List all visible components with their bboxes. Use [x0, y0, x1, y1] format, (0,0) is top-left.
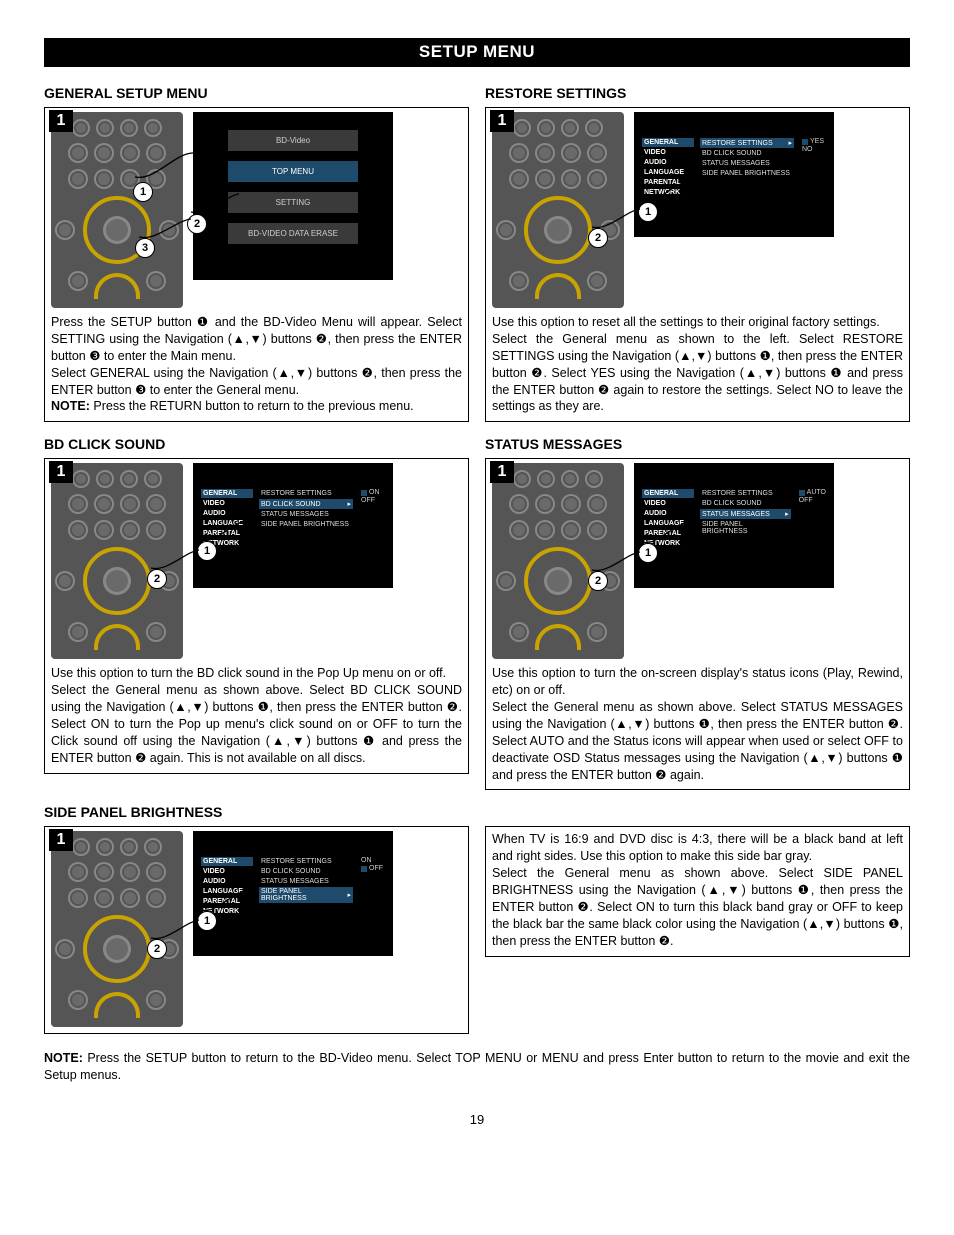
- side-frame-left: 1 1 2: [44, 826, 469, 1034]
- footnote: NOTE: Press the SETUP button to return t…: [44, 1050, 910, 1084]
- section-title-bdclick: BD CLICK SOUND: [44, 436, 469, 452]
- section-title-general: GENERAL SETUP MENU: [44, 85, 469, 101]
- restore-frame: 1 1 2: [485, 107, 910, 422]
- callout-3: 3: [135, 238, 155, 258]
- step-badge: 1: [490, 461, 514, 483]
- step-badge: 1: [49, 461, 73, 483]
- section-title-side: SIDE PANEL BRIGHTNESS: [44, 804, 910, 820]
- remote-illustration: 1 1 2: [492, 112, 624, 308]
- callout-2: 2: [588, 228, 608, 248]
- status-frame: 1 1 2: [485, 458, 910, 790]
- side-frame-right: When TV is 16:9 and DVD disc is 4:3, the…: [485, 826, 910, 956]
- tv-item: BD-VIDEO DATA ERASE: [228, 223, 358, 244]
- general-text: Press the SETUP button ❶ and the BD-Vide…: [51, 314, 462, 415]
- page-number: 19: [44, 1112, 910, 1127]
- step-badge: 1: [490, 110, 514, 132]
- remote-illustration: 1 1: [51, 112, 183, 308]
- remote-illustration: 1 1 2: [492, 463, 624, 659]
- section-title-status: STATUS MESSAGES: [485, 436, 910, 452]
- step-badge: 1: [49, 110, 73, 132]
- section-title-restore: RESTORE SETTINGS: [485, 85, 910, 101]
- bdclick-frame: 1 1 2: [44, 458, 469, 773]
- callout-1: 1: [133, 182, 153, 202]
- tv-item: TOP MENU: [228, 161, 358, 182]
- side-text: When TV is 16:9 and DVD disc is 4:3, the…: [492, 831, 903, 949]
- restore-text: Use this option to reset all the setting…: [492, 314, 903, 415]
- tv-item: SETTING: [228, 192, 358, 213]
- step-badge: 1: [49, 829, 73, 851]
- page-title-bar: SETUP MENU: [44, 38, 910, 67]
- status-text: Use this option to turn the on-screen di…: [492, 665, 903, 783]
- tv-restore-menu: GENERAL VIDEO AUDIO LANGUAGE PARENTAL NE…: [634, 112, 834, 237]
- remote-illustration: 1 1 2: [51, 831, 183, 1027]
- remote-illustration: 1 1 2: [51, 463, 183, 659]
- general-frame: 1 1: [44, 107, 469, 422]
- tv-item: BD-Video: [228, 130, 358, 151]
- bdclick-text: Use this option to turn the BD click sou…: [51, 665, 462, 766]
